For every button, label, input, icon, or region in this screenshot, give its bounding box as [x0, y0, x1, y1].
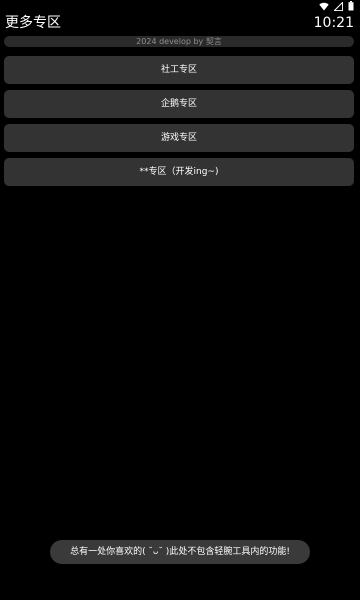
signal-icon: [334, 1, 343, 11]
in-development-zone-button[interactable]: **专区（开发ing~): [4, 158, 354, 186]
game-zone-button[interactable]: 游戏专区: [4, 124, 354, 152]
app-bar: 更多专区 10:21: [0, 12, 360, 34]
penguin-zone-button[interactable]: 企鹅专区: [4, 90, 354, 118]
page-title: 更多专区: [5, 15, 61, 31]
zone-menu: 社工专区 企鹅专区 游戏专区 **专区（开发ing~): [4, 56, 354, 192]
clock-time: 10:21: [313, 15, 354, 31]
status-bar: [0, 0, 360, 12]
status-icons: [319, 1, 354, 11]
wifi-icon: [319, 2, 329, 11]
toast-message: 总有一处你喜欢的( ˘ᴗ˘ )此处不包含轻腕工具内的功能!: [50, 540, 310, 564]
developer-credit: 2024 develop by 契言: [4, 36, 354, 47]
social-work-zone-button[interactable]: 社工专区: [4, 56, 354, 84]
screen: 更多专区 10:21 2024 develop by 契言 社工专区 企鹅专区 …: [0, 0, 360, 600]
battery-icon: [348, 1, 354, 11]
